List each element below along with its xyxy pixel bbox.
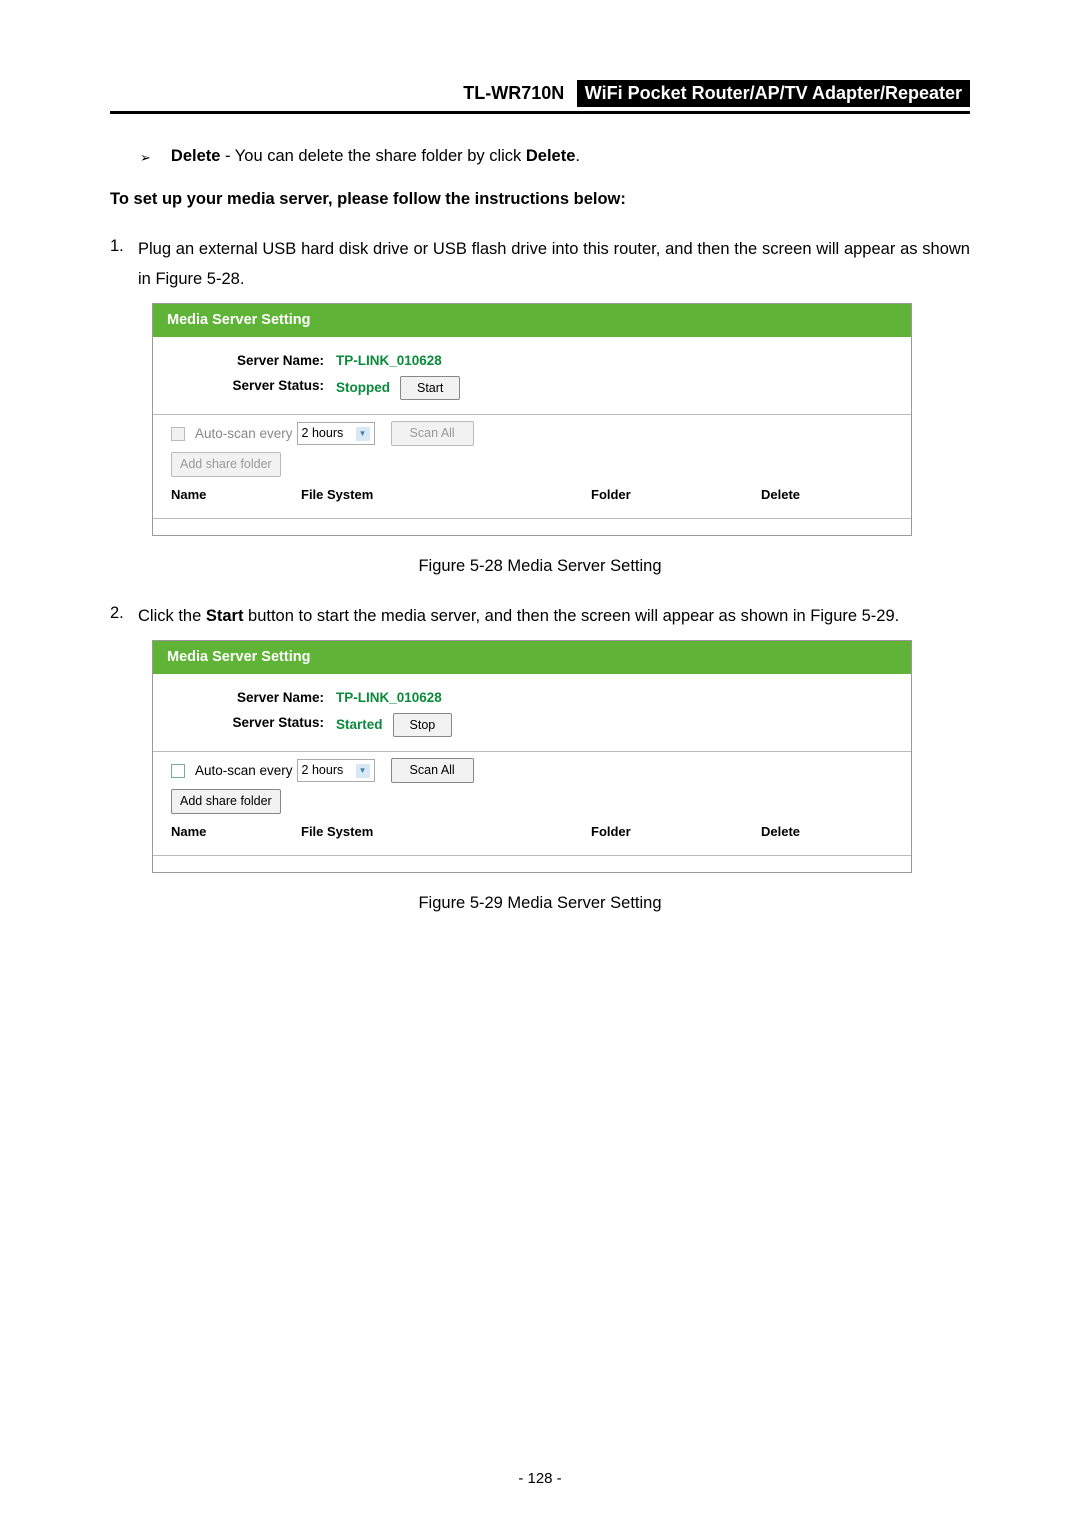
chevron-down-icon: ▾: [356, 764, 370, 778]
autoscan-interval-select[interactable]: 2 hours ▾: [297, 759, 375, 782]
bullet-text: Delete - You can delete the share folder…: [171, 144, 580, 169]
panel-title: Media Server Setting: [153, 304, 911, 338]
autoscan-label: Auto-scan every: [195, 761, 293, 781]
page-number: - 128 -: [0, 1470, 1080, 1487]
col-delete: Delete: [761, 822, 861, 842]
panel-title: Media Server Setting: [153, 641, 911, 675]
model-number: TL-WR710N: [463, 83, 564, 104]
scan-all-button[interactable]: Scan All: [391, 421, 474, 446]
col-name: Name: [171, 822, 301, 842]
col-file-system: File System: [301, 485, 591, 505]
autoscan-label: Auto-scan every: [195, 424, 293, 444]
col-delete: Delete: [761, 485, 861, 505]
figure-5-28: Media Server Setting Server Name: TP-LIN…: [152, 303, 912, 537]
bullet-delete: ➢ Delete - You can delete the share fold…: [140, 144, 970, 169]
step-2: 2. Click the Start button to start the m…: [110, 601, 970, 632]
autoscan-checkbox[interactable]: [171, 764, 185, 778]
server-name-value: TP-LINK_010628: [336, 688, 442, 708]
col-folder: Folder: [591, 822, 761, 842]
model-desc: WiFi Pocket Router/AP/TV Adapter/Repeate…: [577, 80, 970, 107]
col-file-system: File System: [301, 822, 591, 842]
server-name-label: Server Name:: [171, 688, 336, 708]
server-status-value: Stopped: [336, 378, 390, 398]
instructions-heading: To set up your media server, please foll…: [110, 187, 970, 212]
server-status-value: Started: [336, 715, 383, 735]
scan-all-button[interactable]: Scan All: [391, 758, 474, 783]
autoscan-checkbox[interactable]: [171, 427, 185, 441]
server-status-label: Server Status:: [171, 376, 336, 401]
start-button[interactable]: Start: [400, 376, 460, 401]
server-name-value: TP-LINK_010628: [336, 351, 442, 371]
figure-5-29-caption: Figure 5-29 Media Server Setting: [110, 891, 970, 916]
server-status-label: Server Status:: [171, 713, 336, 738]
col-folder: Folder: [591, 485, 761, 505]
table-header: Name File System Folder Delete: [171, 822, 893, 842]
add-share-folder-button[interactable]: Add share folder: [171, 789, 281, 814]
col-name: Name: [171, 485, 301, 505]
server-name-label: Server Name:: [171, 351, 336, 371]
page-header: TL-WR710N WiFi Pocket Router/AP/TV Adapt…: [110, 80, 970, 114]
chevron-down-icon: ▾: [356, 427, 370, 441]
bullet-icon: ➢: [140, 148, 151, 168]
figure-5-28-caption: Figure 5-28 Media Server Setting: [110, 554, 970, 579]
stop-button[interactable]: Stop: [393, 713, 453, 738]
step-1: 1. Plug an external USB hard disk drive …: [110, 234, 970, 295]
autoscan-interval-select[interactable]: 2 hours ▾: [297, 422, 375, 445]
figure-5-29: Media Server Setting Server Name: TP-LIN…: [152, 640, 912, 874]
add-share-folder-button[interactable]: Add share folder: [171, 452, 281, 477]
table-header: Name File System Folder Delete: [171, 485, 893, 505]
